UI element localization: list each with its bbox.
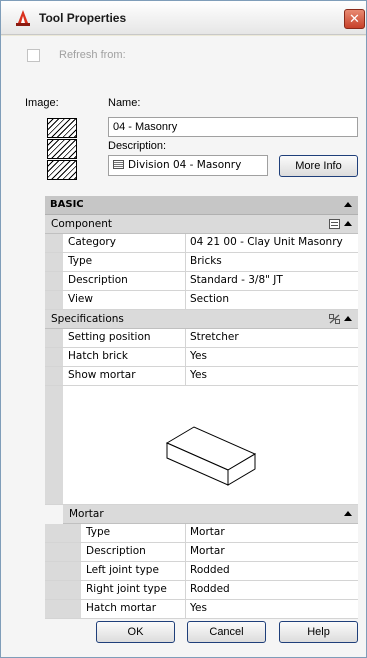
image-label: Image: [25, 97, 59, 109]
category-component-label: Component [51, 218, 112, 230]
more-info-button[interactable]: More Info [279, 155, 358, 177]
list-icon [113, 160, 124, 169]
refresh-from-checkbox[interactable] [27, 49, 40, 62]
property-value[interactable]: Standard - 3/8" JT [186, 272, 358, 290]
preview-pane [63, 386, 358, 504]
property-grid: BASIC Component Category 04 21 00 - Clay … [45, 196, 358, 619]
cancel-button[interactable]: Cancel [187, 621, 266, 643]
category-component[interactable]: Component [45, 215, 358, 234]
refresh-from-label: Refresh from: [59, 49, 126, 61]
description-field[interactable]: Division 04 - Masonry [108, 155, 268, 176]
property-row[interactable]: Type Mortar [45, 524, 358, 543]
property-key: Category [63, 234, 186, 252]
property-row[interactable]: Left joint type Rodded [45, 562, 358, 581]
property-value[interactable]: Stretcher [186, 329, 358, 347]
property-value[interactable]: Rodded [186, 562, 358, 580]
property-value[interactable]: Yes [186, 348, 358, 366]
property-row[interactable]: Right joint type Rodded [45, 581, 358, 600]
collapse-arrow-icon[interactable] [344, 511, 352, 516]
property-row[interactable]: Show mortar Yes [45, 367, 358, 386]
property-value[interactable]: Yes [186, 367, 358, 385]
close-icon: ✕ [349, 11, 360, 26]
property-key: Description [81, 543, 186, 561]
property-value[interactable]: Bricks [186, 253, 358, 271]
property-row[interactable]: Description Mortar [45, 543, 358, 562]
collapse-arrow-icon[interactable] [344, 316, 352, 321]
description-label: Description: [108, 140, 167, 152]
brick-shape-icon [165, 426, 257, 486]
dialog-body: Refresh from: Image: Name: 04 - Masonry … [1, 36, 366, 657]
property-row[interactable]: Hatch brick Yes [45, 348, 358, 367]
section-basic[interactable]: BASIC [45, 196, 358, 215]
property-key: Hatch mortar [81, 600, 186, 618]
close-button[interactable]: ✕ [344, 9, 365, 29]
property-key: Setting position [63, 329, 186, 347]
property-value[interactable]: Yes [186, 600, 358, 618]
category-mortar-label: Mortar [69, 508, 104, 520]
category-specifications[interactable]: Specifications [45, 310, 358, 329]
hatch-swatch-top[interactable] [47, 118, 77, 138]
dialog-title: Tool Properties [39, 11, 127, 25]
property-key: Type [81, 524, 186, 542]
help-button[interactable]: Help [279, 621, 358, 643]
category-mortar[interactable]: Mortar [63, 505, 358, 524]
category-specifications-label: Specifications [51, 313, 124, 325]
property-row[interactable]: Hatch mortar Yes [45, 600, 358, 619]
property-row[interactable]: Description Standard - 3/8" JT [45, 272, 358, 291]
section-basic-label: BASIC [50, 199, 84, 210]
property-key: Show mortar [63, 367, 186, 385]
ok-button[interactable]: OK [96, 621, 175, 643]
hatch-swatch-bottom[interactable] [47, 160, 77, 180]
pick-point-icon[interactable] [329, 314, 340, 324]
tool-properties-dialog: Tool Properties ✕ Refresh from: Image: N… [0, 0, 367, 658]
property-value[interactable]: Rodded [186, 581, 358, 599]
property-value[interactable]: 04 21 00 - Clay Unit Masonry [186, 234, 358, 252]
property-value[interactable]: Mortar [186, 543, 358, 561]
description-value: Division 04 - Masonry [128, 159, 242, 171]
property-key: View [63, 291, 186, 309]
property-key: Description [63, 272, 186, 290]
collapse-arrow-icon[interactable] [344, 221, 352, 226]
property-row[interactable]: View Section [45, 291, 358, 310]
autocad-tool-icon [16, 10, 30, 26]
brick-preview [45, 386, 358, 505]
property-key: Left joint type [81, 562, 186, 580]
property-row[interactable]: Type Bricks [45, 253, 358, 272]
collapse-arrow-icon[interactable] [344, 202, 352, 207]
name-input[interactable]: 04 - Masonry [108, 117, 358, 137]
property-value[interactable]: Mortar [186, 524, 358, 542]
property-key: Hatch brick [63, 348, 186, 366]
hatch-swatch-middle[interactable] [47, 139, 77, 159]
property-key: Right joint type [81, 581, 186, 599]
name-label: Name: [108, 97, 141, 109]
property-row[interactable]: Category 04 21 00 - Clay Unit Masonry [45, 234, 358, 253]
property-key: Type [63, 253, 186, 271]
property-row[interactable]: Setting position Stretcher [45, 329, 358, 348]
title-bar: Tool Properties ✕ [1, 1, 366, 35]
list-icon[interactable] [329, 219, 340, 229]
property-value[interactable]: Section [186, 291, 358, 309]
